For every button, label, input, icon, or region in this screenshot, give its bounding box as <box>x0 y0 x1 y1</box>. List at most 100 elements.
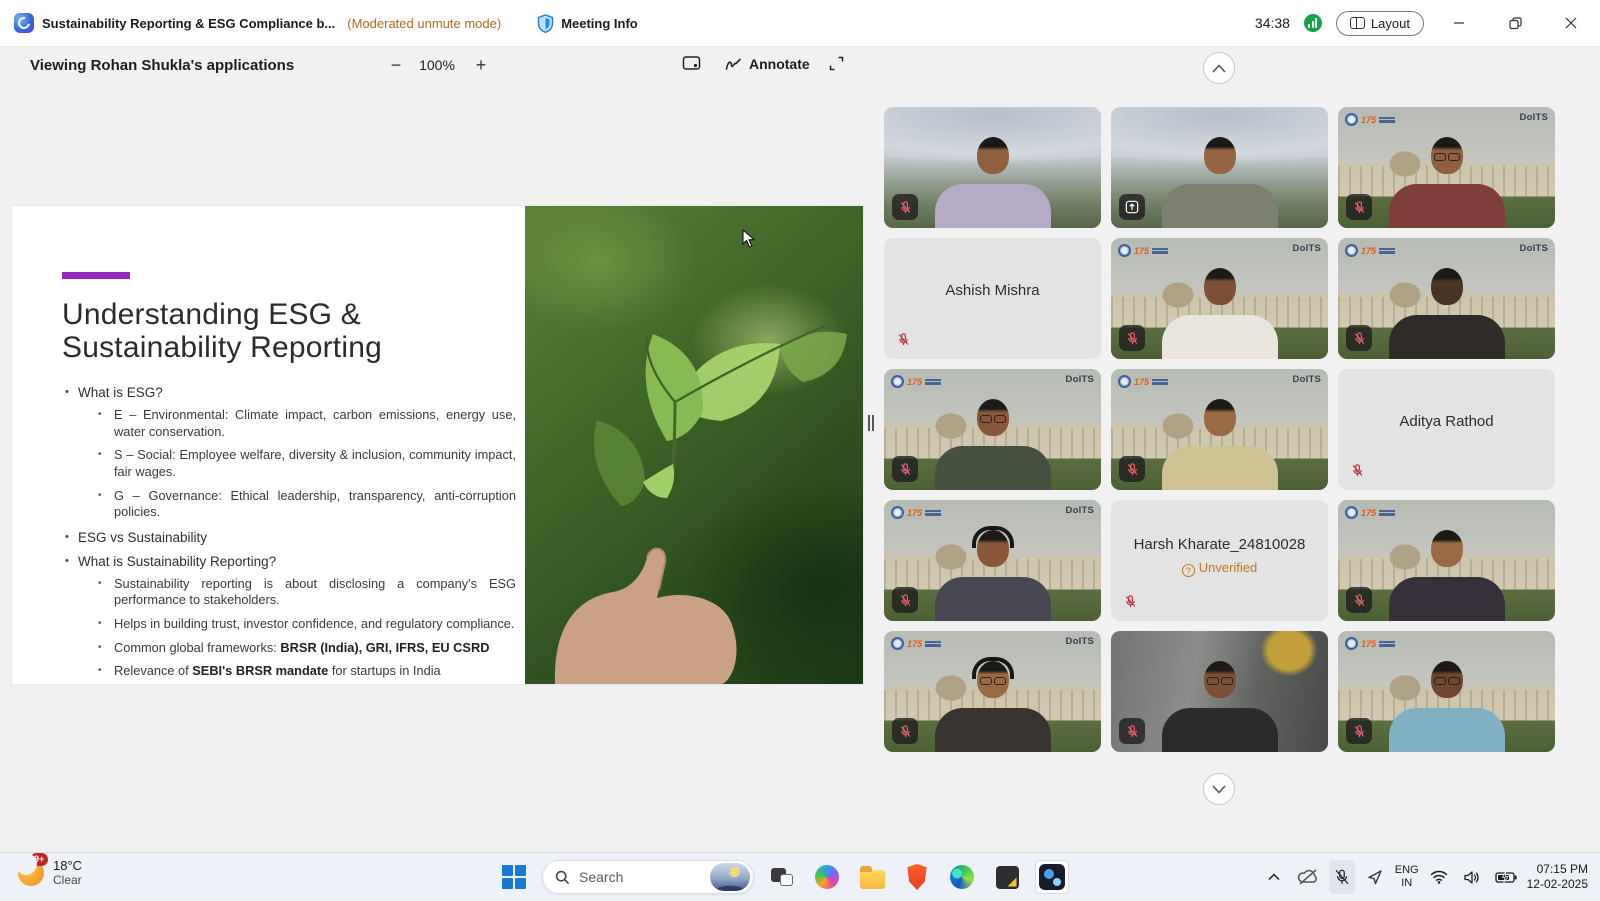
viewing-label: Viewing Rohan Shukla's applications <box>30 57 294 74</box>
windows-logo-icon <box>502 865 526 889</box>
slide-sub-bullet: Common global frameworks: BRSR (India), … <box>114 640 520 657</box>
wifi-icon[interactable] <box>1426 860 1452 894</box>
slide-title: Understanding ESG & Sustainability Repor… <box>62 298 522 364</box>
minimize-button[interactable] <box>1438 6 1480 40</box>
task-view-icon <box>771 868 793 886</box>
participant-tile-video[interactable]: 175DoITS <box>1338 238 1555 359</box>
mic-muted-icon <box>892 587 918 613</box>
language-line2: IN <box>1395 877 1419 890</box>
participant-tile-video[interactable] <box>884 107 1101 228</box>
mic-muted-icon <box>1346 325 1372 351</box>
unverified-badge: ?Unverified <box>1111 560 1328 577</box>
annotate-button[interactable]: Annotate <box>725 56 810 72</box>
layout-grid-icon <box>1350 17 1365 29</box>
mic-muted-icon <box>892 456 918 482</box>
collapse-video-panel-button[interactable] <box>1203 52 1235 84</box>
screen-share-icon <box>1119 194 1145 220</box>
start-button[interactable] <box>497 860 531 894</box>
location-icon[interactable] <box>1362 860 1388 894</box>
mic-muted-icon <box>892 194 918 220</box>
restore-button[interactable] <box>1494 6 1536 40</box>
hand-shape <box>555 464 737 684</box>
slide-sub-bullet: S – Social: Employee welfare, diversity … <box>114 447 520 480</box>
notes-app-button[interactable] <box>990 860 1024 894</box>
participant-tile-video[interactable]: 175DoITS <box>884 369 1101 490</box>
participant-tile-video[interactable]: 175DoITS <box>1111 369 1328 490</box>
share-toolbar: Viewing Rohan Shukla's applications − 10… <box>0 47 880 91</box>
slide-bullet: What is Sustainability Reporting? <box>78 554 520 569</box>
slide-sub-bullet: G – Governance: Ethical leadership, tran… <box>114 488 520 521</box>
mic-muted-icon <box>1123 594 1141 612</box>
view-options-monitor-icon[interactable] <box>682 55 701 78</box>
language-indicator[interactable]: ENG IN <box>1395 864 1419 889</box>
mic-muted-icon <box>1119 718 1145 744</box>
slide-sub-bullet: Relevance of SEBI's BRSR mandate for sta… <box>114 663 520 680</box>
participant-tile-video[interactable] <box>1111 107 1328 228</box>
clock[interactable]: 07:15 PM 12-02-2025 <box>1527 862 1592 892</box>
zoom-level: 100% <box>415 57 459 73</box>
panel-resize-handle[interactable] <box>868 415 876 431</box>
participant-tile-video[interactable]: 175DoITS <box>884 631 1101 752</box>
task-view-button[interactable] <box>765 860 799 894</box>
edge-icon <box>950 865 974 889</box>
mic-muted-icon <box>1119 456 1145 482</box>
mic-muted-icon <box>1119 325 1145 351</box>
leaf-photo <box>525 206 863 684</box>
weather-widget[interactable]: 9+ 18°C Clear <box>18 858 82 887</box>
slide-sub-bullet: Sustainability reporting is about disclo… <box>114 576 520 609</box>
battery-charging-icon[interactable] <box>1492 860 1520 894</box>
shared-presentation-slide: Understanding ESG & Sustainability Repor… <box>12 206 863 684</box>
search-box[interactable]: Search <box>542 860 754 894</box>
weather-badge: 9+ <box>30 853 48 866</box>
question-icon: ? <box>1182 564 1195 577</box>
participant-tile-named[interactable]: Aditya Rathod <box>1338 369 1555 490</box>
participant-tile-video[interactable]: 175 <box>1338 631 1555 752</box>
file-explorer-button[interactable] <box>855 860 889 894</box>
participant-name: Ashish Mishra <box>884 282 1101 299</box>
meeting-info-button[interactable]: Meeting Info <box>537 14 638 33</box>
participant-tile-video[interactable]: 175 <box>1338 500 1555 621</box>
slide-accent-bar <box>62 272 130 279</box>
zoom-in-button[interactable]: + <box>470 55 492 76</box>
mic-muted-icon <box>1346 194 1372 220</box>
meeting-title: Sustainability Reporting & ESG Complianc… <box>42 16 335 31</box>
participant-tile-video[interactable]: 175DoITS <box>884 500 1101 621</box>
search-placeholder: Search <box>579 869 701 885</box>
copilot-button[interactable] <box>810 860 844 894</box>
participant-tile-named[interactable]: Harsh Kharate_24810028?Unverified <box>1111 500 1328 621</box>
search-icon <box>555 870 570 885</box>
search-highlight-art <box>710 863 750 891</box>
fullscreen-expand-icon[interactable] <box>828 55 845 77</box>
layout-button[interactable]: Layout <box>1336 11 1424 36</box>
tray-date: 12-02-2025 <box>1527 877 1588 892</box>
tray-overflow-chevron[interactable] <box>1261 860 1287 894</box>
slide-sub-bullet: E – Environmental: Climate impact, carbo… <box>114 407 520 440</box>
moon-weather-icon: 9+ <box>18 860 44 886</box>
participant-name: Aditya Rathod <box>1338 413 1555 430</box>
participant-tile-video[interactable] <box>1111 631 1328 752</box>
pen-squiggle-icon <box>725 57 742 72</box>
participant-tile-video[interactable]: 175DoITS <box>1111 238 1328 359</box>
brave-browser-button[interactable] <box>900 860 934 894</box>
close-button[interactable] <box>1550 6 1592 40</box>
connection-quality-icon[interactable] <box>1304 14 1322 32</box>
onedrive-paused-icon[interactable] <box>1294 860 1322 894</box>
tray-time: 07:15 PM <box>1527 862 1588 877</box>
mic-muted-icon <box>1346 718 1372 744</box>
webex-logo <box>14 13 34 33</box>
brave-icon <box>906 864 929 890</box>
copilot-icon <box>815 865 839 889</box>
tray-mic-muted-icon[interactable] <box>1329 860 1355 894</box>
edge-browser-button[interactable] <box>945 860 979 894</box>
zoom-out-button[interactable]: − <box>385 55 407 76</box>
file-explorer-icon <box>860 870 885 889</box>
scroll-video-panel-down-button[interactable] <box>1203 773 1235 805</box>
mic-muted-icon <box>892 718 918 744</box>
slide-bullet: What is ESG? <box>78 385 520 400</box>
mic-muted-icon <box>1346 587 1372 613</box>
participant-tile-video[interactable]: 175DoITS <box>1338 107 1555 228</box>
volume-icon[interactable] <box>1459 860 1485 894</box>
participant-tile-named[interactable]: Ashish Mishra <box>884 238 1101 359</box>
mic-muted-icon <box>1350 463 1368 481</box>
webex-app-button-active[interactable] <box>1035 860 1069 894</box>
